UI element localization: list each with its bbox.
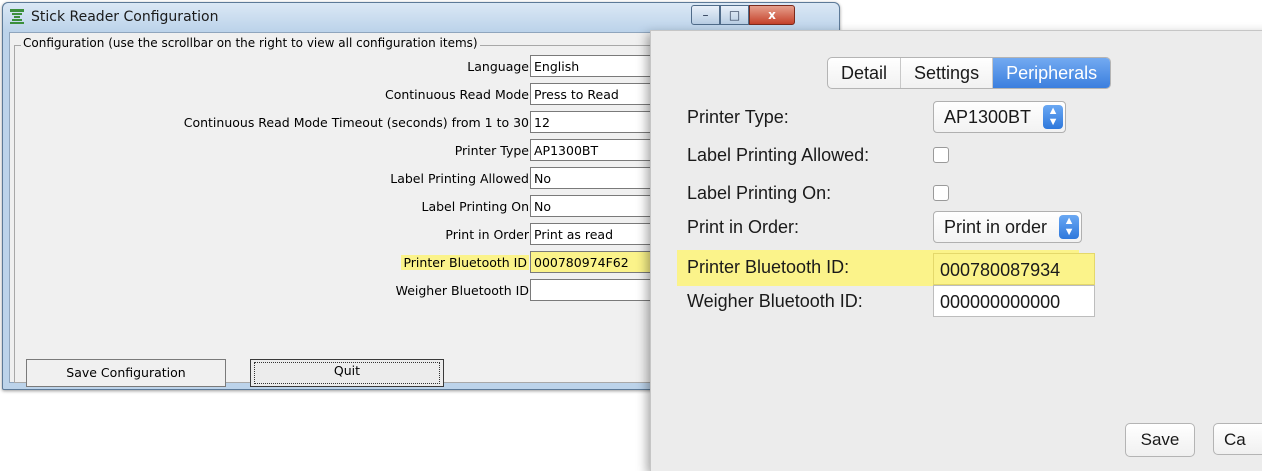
continuous-read-mode-label: Continuous Read Mode <box>384 87 529 102</box>
window-title-bar[interactable]: Stick Reader Configuration – □ x <box>3 3 839 31</box>
maximize-button[interactable]: □ <box>720 5 749 25</box>
close-button[interactable]: x <box>749 5 795 25</box>
updown-arrows-icon: ▲ ▼ <box>1043 105 1064 129</box>
cancel-button[interactable]: Ca <box>1213 423 1262 455</box>
minimize-button[interactable]: – <box>691 5 720 25</box>
label-printing-on-label: Label Printing On <box>421 199 529 214</box>
print-in-order-popup[interactable]: Print in order ▲ ▼ <box>933 211 1083 243</box>
printer-bluetooth-id-field[interactable]: 000780087934 <box>933 253 1095 285</box>
quit-button-label: Quit <box>333 363 361 378</box>
configuration-group: Configuration (use the scrollbar on the … <box>14 36 690 383</box>
config-row-print-in-order: Print in Order Print as read <box>15 222 690 248</box>
label-printing-allowed-row: Label Printing Allowed: <box>687 139 1247 173</box>
printer-type-value: AP1300BT <box>944 107 1032 127</box>
language-label: Language <box>467 59 529 74</box>
label-printing-on-checkbox[interactable] <box>933 185 949 201</box>
app-icon <box>10 9 24 24</box>
printer-type-row: Printer Type: AP1300BT ▲ ▼ <box>687 101 1247 135</box>
config-row-read-timeout: Continuous Read Mode Timeout (seconds) f… <box>15 110 690 136</box>
quit-button[interactable]: Quit <box>250 359 444 387</box>
mac-settings-panel: Detail Settings Peripherals Printer Type… <box>650 30 1262 471</box>
config-row-continuous-read-mode: Continuous Read Mode Press to Read <box>15 82 690 108</box>
updown-arrows-icon: ▲ ▼ <box>1059 215 1080 239</box>
printer-type-popup[interactable]: AP1300BT ▲ ▼ <box>933 101 1067 133</box>
config-row-printer-bluetooth-id: Printer Bluetooth ID 000780974F62 <box>15 250 690 276</box>
config-row-language: Language English <box>15 54 690 80</box>
printer-bluetooth-id-label: Printer Bluetooth ID: <box>687 257 850 277</box>
config-row-printer-type: Printer Type AP1300BT <box>15 138 690 164</box>
weigher-bluetooth-id-field[interactable]: 000000000000 <box>933 285 1095 317</box>
tab-settings[interactable]: Settings <box>901 58 994 88</box>
label-printing-allowed-label: Label Printing Allowed: <box>687 145 870 165</box>
tab-peripherals[interactable]: Peripherals <box>993 58 1111 88</box>
config-row-weigher-bluetooth-id: Weigher Bluetooth ID <box>15 278 690 304</box>
tab-segmented-control: Detail Settings Peripherals <box>827 57 1112 89</box>
printer-bluetooth-id-row: Printer Bluetooth ID: 000780087934 <box>677 250 1247 287</box>
weigher-bluetooth-id-row: Weigher Bluetooth ID: 000000000000 <box>687 285 1247 319</box>
window-controls: – □ x <box>691 5 795 25</box>
window-title: Stick Reader Configuration <box>31 9 219 25</box>
label-printing-allowed-label: Label Printing Allowed <box>390 171 529 186</box>
save-configuration-button[interactable]: Save Configuration <box>26 359 226 387</box>
print-in-order-value: Print in order <box>944 217 1048 237</box>
print-in-order-label: Print in Order <box>445 227 529 242</box>
tab-detail[interactable]: Detail <box>828 58 902 88</box>
label-printing-on-row: Label Printing On: <box>687 177 1247 211</box>
label-printing-on-label: Label Printing On: <box>687 183 832 203</box>
printer-type-label: Printer Type <box>454 143 529 158</box>
weigher-bluetooth-id-label: Weigher Bluetooth ID <box>395 283 529 298</box>
weigher-bluetooth-id-label: Weigher Bluetooth ID: <box>687 291 863 311</box>
config-row-label-printing-allowed: Label Printing Allowed No <box>15 166 690 192</box>
configuration-group-title: Configuration (use the scrollbar on the … <box>21 36 480 50</box>
print-in-order-label: Print in Order: <box>687 217 800 237</box>
print-in-order-row: Print in Order: Print in order ▲ ▼ <box>687 211 1247 245</box>
printer-bluetooth-id-label: Printer Bluetooth ID <box>401 255 529 270</box>
label-printing-allowed-checkbox[interactable] <box>933 147 949 163</box>
config-row-label-printing-on: Label Printing On No <box>15 194 690 220</box>
printer-type-label: Printer Type: <box>687 107 789 127</box>
save-button[interactable]: Save <box>1125 423 1195 457</box>
read-timeout-label: Continuous Read Mode Timeout (seconds) f… <box>183 115 529 130</box>
